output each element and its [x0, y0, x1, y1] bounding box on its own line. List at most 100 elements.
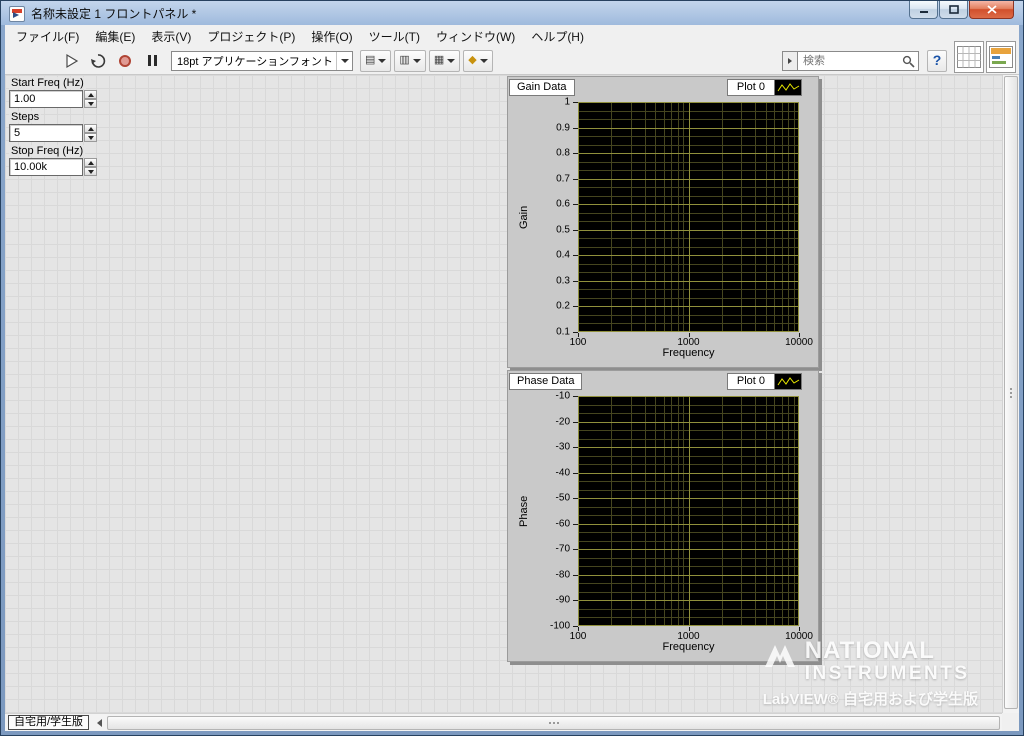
- distribute-objects-button[interactable]: ▥: [394, 49, 426, 72]
- front-panel[interactable]: Start Freq (Hz) 1.00 Steps 5 Stop Freq (…: [5, 75, 1002, 713]
- start-freq-input[interactable]: 1.00: [9, 90, 83, 108]
- arrow-left-icon: [97, 718, 103, 727]
- menu-file[interactable]: ファイル(F): [8, 25, 87, 48]
- client-area: ファイル(F) 編集(E) 表示(V) プロジェクト(P) 操作(O) ツール(T) ウィン…: [5, 25, 1019, 731]
- vertical-scroll-thumb[interactable]: [1004, 76, 1018, 709]
- y-tick-label: 0.3: [556, 275, 570, 287]
- stop-freq-input[interactable]: 10.00k: [9, 158, 83, 176]
- ni-brand-line1: NATIONAL: [804, 637, 935, 664]
- horizontal-scroll-thumb[interactable]: [107, 715, 1000, 730]
- menubar: ファイル(F) 編集(E) 表示(V) プロジェクト(P) 操作(O) ツール(T) ウィン…: [5, 25, 1019, 47]
- y-tick-label: 0.1: [556, 326, 570, 338]
- labview-logo-icon: [9, 5, 25, 22]
- x-tick-mark: [688, 333, 690, 337]
- y-tick-label: 0.7: [556, 173, 570, 185]
- x-tick-mark: [578, 627, 579, 631]
- maximize-icon: [948, 5, 959, 14]
- y-tick-label: -50: [555, 492, 570, 504]
- menu-edit[interactable]: 編集(E): [87, 25, 143, 48]
- chevron-down-icon: [447, 58, 456, 63]
- increment-button[interactable]: [84, 158, 97, 167]
- x-axis-scale[interactable]: 100 1000 10000: [570, 333, 813, 348]
- steps-label: Steps: [9, 111, 42, 123]
- plot-legend[interactable]: Plot 0: [726, 79, 802, 96]
- y-tick-label: 0.9: [556, 122, 570, 134]
- scroll-grip-icon: [552, 721, 555, 724]
- search-icon: [902, 55, 915, 68]
- arrow-down-icon: [87, 101, 94, 106]
- graph-title[interactable]: Phase Data: [509, 373, 583, 390]
- scroll-left-button[interactable]: [92, 715, 107, 730]
- reorder-button[interactable]: ◆: [463, 49, 493, 72]
- font-caret: [336, 51, 352, 70]
- stop-freq-spinner: [84, 158, 97, 176]
- context-help-button[interactable]: [927, 49, 947, 72]
- resize-objects-icon: ▦: [433, 54, 445, 66]
- vertical-scrollbar[interactable]: [1002, 75, 1019, 713]
- plot-legend[interactable]: Plot 0: [726, 373, 802, 390]
- y-tick-label: -80: [555, 569, 570, 581]
- arrow-up-icon: [87, 126, 94, 131]
- decrement-button[interactable]: [84, 167, 97, 176]
- steps-input[interactable]: 5: [9, 124, 83, 142]
- labview-edition-text: LabVIEW® 自宅用および学生版: [762, 691, 978, 708]
- stop-freq-control: 10.00k: [9, 158, 97, 176]
- titlebar[interactable]: 名称未設定 1 フロントパネル *: [2, 2, 1022, 25]
- pause-button[interactable]: [140, 49, 164, 73]
- y-tick-label: -30: [555, 441, 570, 453]
- stop-freq-label: Stop Freq (Hz): [9, 145, 86, 157]
- menu-help[interactable]: ヘルプ(H): [523, 25, 592, 48]
- x-tick-mark: [578, 333, 579, 337]
- run-arrow-icon: [66, 53, 79, 68]
- decrement-button[interactable]: [84, 99, 97, 108]
- x-tick-mark: [688, 627, 690, 631]
- decrement-button[interactable]: [84, 133, 97, 142]
- chevron-right-icon: [788, 57, 792, 64]
- plot-line-swatch-icon: [775, 373, 802, 390]
- search-input[interactable]: [797, 50, 919, 71]
- minimize-button[interactable]: [909, 1, 938, 19]
- graph-title[interactable]: Gain Data: [509, 79, 575, 96]
- plot-area[interactable]: [578, 102, 799, 332]
- y-tick-label: -90: [555, 594, 570, 606]
- legend-label: Plot 0: [726, 373, 775, 390]
- close-button[interactable]: [969, 1, 1014, 19]
- menu-project[interactable]: プロジェクト(P): [199, 25, 303, 48]
- increment-button[interactable]: [84, 90, 97, 99]
- y-axis-scale[interactable]: 1 0.9 0.8 0.7 0.6 0.5 0.4 0.3 0.2 0.1: [538, 97, 578, 338]
- run-button[interactable]: [59, 49, 83, 73]
- steps-control: 5: [9, 124, 97, 142]
- plot-area[interactable]: [578, 396, 799, 626]
- search-scope-button[interactable]: [782, 50, 797, 71]
- connector-pane-button[interactable]: [954, 41, 984, 73]
- resize-objects-button[interactable]: ▦: [428, 49, 461, 72]
- horizontal-scrollbar[interactable]: 自宅用/学生版: [5, 713, 1002, 731]
- y-tick-label: 0.5: [556, 224, 570, 236]
- y-axis-scale[interactable]: -10 -20 -30 -40 -50 -60 -70 -80 -90 -100: [538, 391, 578, 632]
- abort-icon: [119, 54, 131, 67]
- increment-button[interactable]: [84, 124, 97, 133]
- menu-tools[interactable]: ツール(T): [361, 25, 428, 48]
- y-tick-label: 0.6: [556, 198, 570, 210]
- align-objects-button[interactable]: ▤: [360, 49, 392, 72]
- vi-icon-button[interactable]: [986, 41, 1016, 73]
- toolbar: 18pt アプリケーションフォント ▤ ▥ ▦ ◆: [5, 47, 1019, 75]
- chevron-down-icon: [340, 58, 349, 63]
- x-axis-label: Frequency: [662, 347, 715, 359]
- font-selector-value: 18pt アプリケーションフォント: [177, 55, 333, 68]
- maximize-button[interactable]: [939, 1, 968, 19]
- abort-button[interactable]: [113, 49, 137, 73]
- y-tick-label: -70: [555, 543, 570, 555]
- y-tick-label: 1: [564, 96, 570, 108]
- y-tick-label: 0.2: [556, 300, 570, 312]
- y-axis-label: Gain: [518, 205, 530, 229]
- font-selector[interactable]: 18pt アプリケーションフォント: [171, 50, 353, 71]
- run-continuous-button[interactable]: [86, 49, 110, 73]
- menu-operate[interactable]: 操作(O): [303, 25, 360, 48]
- menu-window[interactable]: ウィンドウ(W): [428, 25, 523, 48]
- run-continuous-icon: [91, 53, 106, 68]
- chevron-down-icon: [412, 58, 421, 63]
- phase-data-graph: Phase Data Plot 0 Phase -10 -20 -30 -40 -50-…: [507, 370, 819, 662]
- menu-view[interactable]: 表示(V): [143, 25, 199, 48]
- arrow-up-icon: [87, 92, 94, 97]
